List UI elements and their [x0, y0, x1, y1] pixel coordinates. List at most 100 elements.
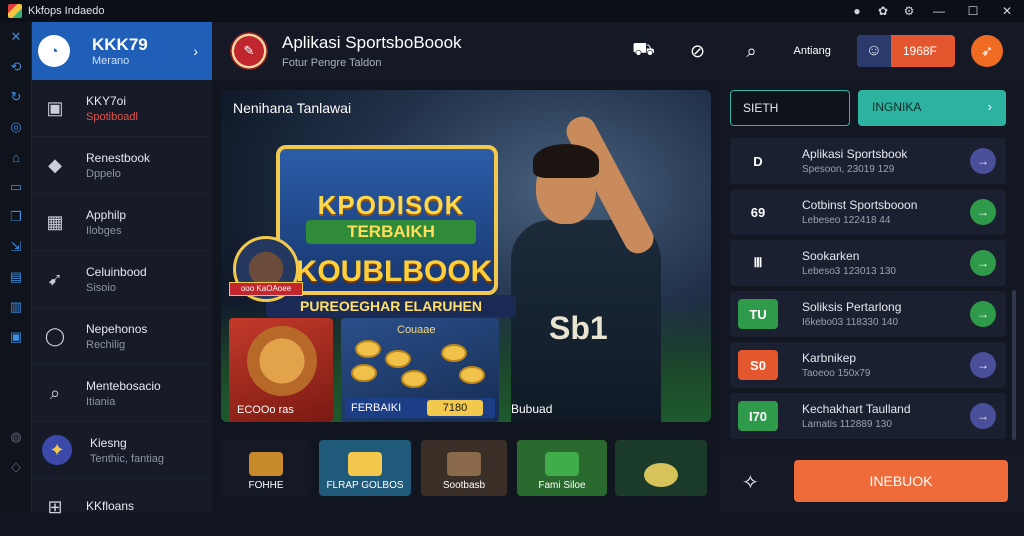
game-meta: Spesoon, 23019 129: [802, 164, 895, 175]
sidebar-item-sublabel: Tenthic, fantiag: [90, 452, 164, 465]
sidebar-item-label: KKY7oi: [86, 93, 127, 108]
username-label[interactable]: Antiang: [794, 45, 831, 57]
game-name: Kechakhart Taulland: [802, 402, 911, 416]
game-list-item[interactable]: Ⅲ Sookarken Lebeso3 123013 130 →: [730, 240, 1006, 286]
rocket-icon[interactable]: ➶: [970, 35, 1003, 67]
sidebar-item[interactable]: ◆ Renestbook Dppelo: [32, 137, 212, 194]
sidebar-item[interactable]: ⌕ Mentebosacio Itiania: [32, 365, 212, 422]
notification-icon[interactable]: ●: [844, 0, 870, 22]
category-tile[interactable]: FOHHE: [221, 440, 311, 496]
gift-icon[interactable]: ✿: [870, 0, 896, 22]
category-tile[interactable]: FLRAP GOLBOS: [319, 440, 411, 496]
game-list-item[interactable]: D Aplikasi Sportsbook Spesoon, 23019 129 →: [730, 138, 1006, 184]
arrow-right-icon[interactable]: →: [970, 352, 996, 378]
rail-expand-icon[interactable]: ◇: [0, 452, 32, 482]
lion-tile-label: ECOOo ras: [237, 404, 294, 416]
game-logo-icon: S0: [738, 350, 778, 380]
rail-refresh-icon[interactable]: ↻: [0, 82, 32, 112]
sidebar-item[interactable]: ◯ Nepehonos Rechilig: [32, 308, 212, 365]
profile-card[interactable]: ◔ KKK79 Merano ›: [32, 22, 212, 80]
category-art-icon: [644, 463, 678, 487]
game-name: Sookarken: [802, 249, 860, 263]
game-list-item[interactable]: TU Soliksis Pertarlong I6kebo03 118330 140…: [730, 291, 1006, 337]
rail-home-icon[interactable]: ✕: [0, 22, 32, 52]
gamepad-icon[interactable]: ✧: [742, 470, 759, 495]
coins-value-pill: 7180: [427, 400, 483, 416]
rail-mic-icon[interactable]: ◍: [0, 422, 32, 452]
game-name: Soliksis Pertarlong: [802, 300, 902, 314]
category-tile[interactable]: Sootbasb: [421, 440, 507, 496]
sidebar-item-label: Mentebosacio: [86, 378, 161, 393]
settings-icon[interactable]: ⚙: [896, 0, 922, 22]
search-submit-button[interactable]: INGNIKA ›: [858, 90, 1006, 126]
zoom-icon[interactable]: ⊘: [686, 39, 710, 63]
sidebar-item-label: Kiesng: [90, 435, 127, 450]
rail-house-icon[interactable]: ⌂: [0, 142, 32, 172]
sidebar-item[interactable]: ⊞ KKfloans: [32, 479, 212, 536]
arrow-right-icon[interactable]: →: [970, 199, 996, 225]
arrow-right-icon[interactable]: →: [970, 148, 996, 174]
jersey-number: Sb1: [549, 310, 608, 346]
star-icon: ✦: [42, 435, 72, 465]
sidebar-item-sublabel: Itiania: [86, 395, 116, 408]
sidebar-item-label: Nepehonos: [86, 321, 148, 336]
game-name: Cotbinst Sportsbooon: [802, 198, 918, 212]
brand-logo-icon: ◔: [38, 35, 70, 67]
game-list-item[interactable]: S0 Karbnikep Taoeoo 150x79 →: [730, 342, 1006, 388]
chevron-right-icon[interactable]: ›: [193, 43, 198, 59]
rail-back-icon[interactable]: ⟲: [0, 52, 32, 82]
promo-shield: KPODISOK TERBAIKH KOUBLBOOK PUREOEGHAR E…: [256, 145, 518, 325]
app-badge-icon: ✎: [230, 32, 268, 70]
rail-copy-icon[interactable]: ❐: [0, 202, 32, 232]
sidebar-item-sublabel: Dppelo: [86, 167, 121, 180]
profile-name: KKK79: [92, 35, 148, 54]
rail-card-icon[interactable]: ▭: [0, 172, 32, 202]
arrow-right-icon[interactable]: →: [970, 250, 996, 276]
coins-bar-label: FERBAIKI: [351, 402, 402, 414]
primary-action-button[interactable]: INEBUOK: [794, 460, 1008, 502]
game-logo-icon: D: [738, 146, 778, 176]
game-logo-icon: I70: [738, 401, 778, 431]
balance-button[interactable]: ☺ 1968F: [856, 35, 955, 67]
circle-icon: ◯: [44, 325, 66, 346]
search-input[interactable]: SIETH: [730, 90, 850, 126]
game-name: Karbnikep: [802, 351, 857, 365]
cart-icon[interactable]: ⛟: [632, 39, 656, 63]
rail-book-icon[interactable]: ▥: [0, 292, 32, 322]
search-icon[interactable]: ⌕: [740, 39, 764, 63]
sidebar-item-label: KKfloans: [86, 499, 135, 513]
category-tile[interactable]: Fami Siloe: [517, 440, 607, 496]
rail-doc-icon[interactable]: ▤: [0, 262, 32, 292]
rail-compass-icon[interactable]: ◎: [0, 112, 32, 142]
coins-game-tile[interactable]: Couaae FERBAIKI 7180: [341, 318, 499, 422]
rail-image-icon[interactable]: ▣: [0, 322, 32, 352]
game-list-item[interactable]: 69 Cotbinst Sportsbooon Lebeseo 122418 44 →: [730, 189, 1006, 235]
category-tile[interactable]: [615, 440, 707, 496]
tag-icon: ◆: [48, 154, 62, 175]
sidebar-item[interactable]: ▦ Apphilp Ilobges: [32, 194, 212, 251]
sidebar-item-sublabel: Sisoio: [86, 281, 116, 294]
sidebar-item[interactable]: ▣ KKY7oi Spotiboadl: [32, 80, 212, 137]
player-image: Sb1: [511, 111, 701, 422]
arrow-right-icon[interactable]: →: [970, 301, 996, 327]
minimize-button[interactable]: —: [922, 0, 956, 22]
maximize-button[interactable]: ☐: [956, 0, 990, 22]
rail-share-icon[interactable]: ⇲: [0, 232, 32, 262]
window-controls: ● ✿ ⚙ — ☐ ✕: [844, 0, 1024, 22]
chevron-right-icon: ›: [987, 99, 992, 114]
grid-icon: ⊞: [47, 497, 63, 517]
window-title: Kkfops Indaedo: [28, 5, 105, 17]
page-title: Aplikasi SportsboBoook: [282, 33, 462, 52]
sidebar-item[interactable]: ✦ Kiesng Tenthic, fantiag: [32, 422, 212, 479]
app-logo-icon: [8, 4, 22, 18]
lion-game-tile[interactable]: ECOOo ras: [229, 318, 333, 422]
arrow-right-icon[interactable]: →: [970, 403, 996, 429]
search-icon: ⌕: [49, 382, 61, 403]
sidebar-item[interactable]: ➹ Celuinbood Sisoio: [32, 251, 212, 308]
right-panel-scrollbar[interactable]: [1012, 290, 1016, 440]
box-icon: ▦: [46, 211, 64, 232]
close-button[interactable]: ✕: [990, 0, 1024, 22]
game-list-item[interactable]: I70 Kechakhart Taulland Lamatis 112889 130…: [730, 393, 1006, 439]
chat-icon: ▣: [46, 97, 64, 118]
category-strip: FOHHE FLRAP GOLBOS Sootbasb Fami Siloe: [221, 440, 711, 500]
